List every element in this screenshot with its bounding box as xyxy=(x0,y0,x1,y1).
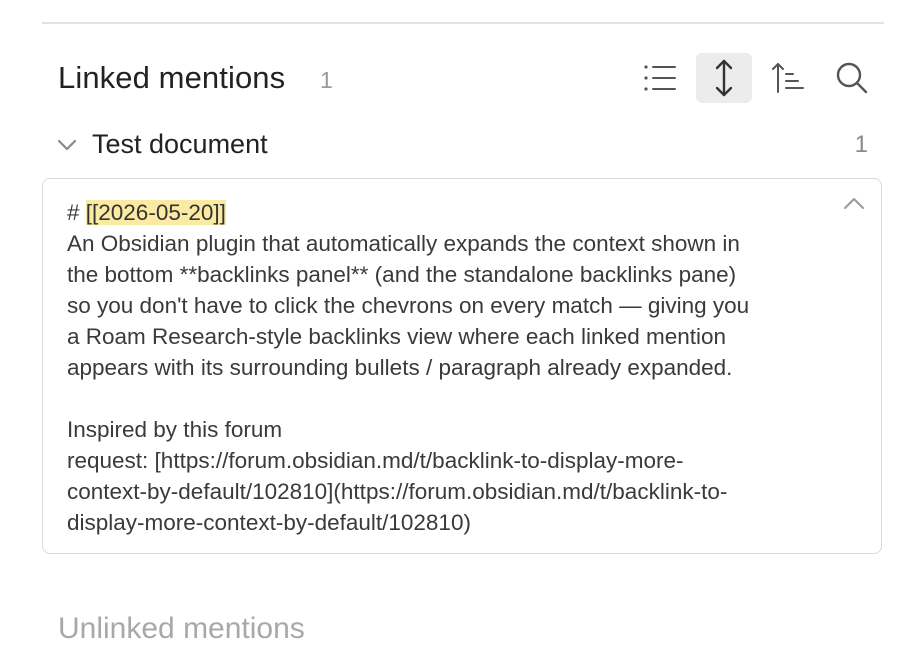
unlinked-mentions-title[interactable]: Unlinked mentions xyxy=(58,612,305,646)
match-line: a Roam Research-style backlinks view whe… xyxy=(67,324,727,349)
show-more-context-button[interactable] xyxy=(696,53,752,103)
list-icon xyxy=(643,63,677,93)
backlinks-pane: Linked mentions 1 Test document 1 # [[20… xyxy=(0,0,918,668)
expand-vertical-icon xyxy=(712,58,736,98)
collapse-results-button[interactable] xyxy=(632,53,688,103)
match-line: appears with its surrounding bullets / p… xyxy=(67,355,733,380)
match-line: request: [https://forum.obsidian.md/t/ba… xyxy=(67,448,684,473)
highlighted-link[interactable]: [[2026-05-20]] xyxy=(85,200,226,225)
match-line: context-by-default/102810](https://forum… xyxy=(67,479,728,504)
match-heading: # [[2026-05-20]] xyxy=(67,197,847,228)
chevron-down-icon[interactable] xyxy=(56,134,78,156)
match-line: display-more-context-by-default/102810) xyxy=(67,510,471,535)
sort-button[interactable] xyxy=(760,53,816,103)
heading-prefix: # xyxy=(67,200,86,225)
search-result-match[interactable]: # [[2026-05-20]] An Obsidian plugin that… xyxy=(42,178,882,554)
top-divider xyxy=(42,22,884,24)
sort-ascending-icon xyxy=(771,61,805,95)
match-line: An Obsidian plugin that automatically ex… xyxy=(67,231,740,256)
result-group-header[interactable]: Test document 1 xyxy=(56,126,868,166)
match-content: # [[2026-05-20]] An Obsidian plugin that… xyxy=(67,197,847,538)
match-line: the bottom **backlinks panel** (and the … xyxy=(67,262,737,287)
result-group-count: 1 xyxy=(854,131,868,158)
linked-mentions-header: Linked mentions 1 xyxy=(58,53,880,103)
search-button[interactable] xyxy=(824,53,880,103)
search-icon xyxy=(835,61,869,95)
backlinks-toolbar xyxy=(624,53,880,103)
match-line: so you don't have to click the chevrons … xyxy=(67,293,750,318)
linked-mentions-title: Linked mentions xyxy=(58,60,286,95)
linked-mentions-count: 1 xyxy=(320,67,333,93)
result-group-title[interactable]: Test document xyxy=(92,129,268,160)
match-line: Inspired by this forum xyxy=(67,417,283,442)
